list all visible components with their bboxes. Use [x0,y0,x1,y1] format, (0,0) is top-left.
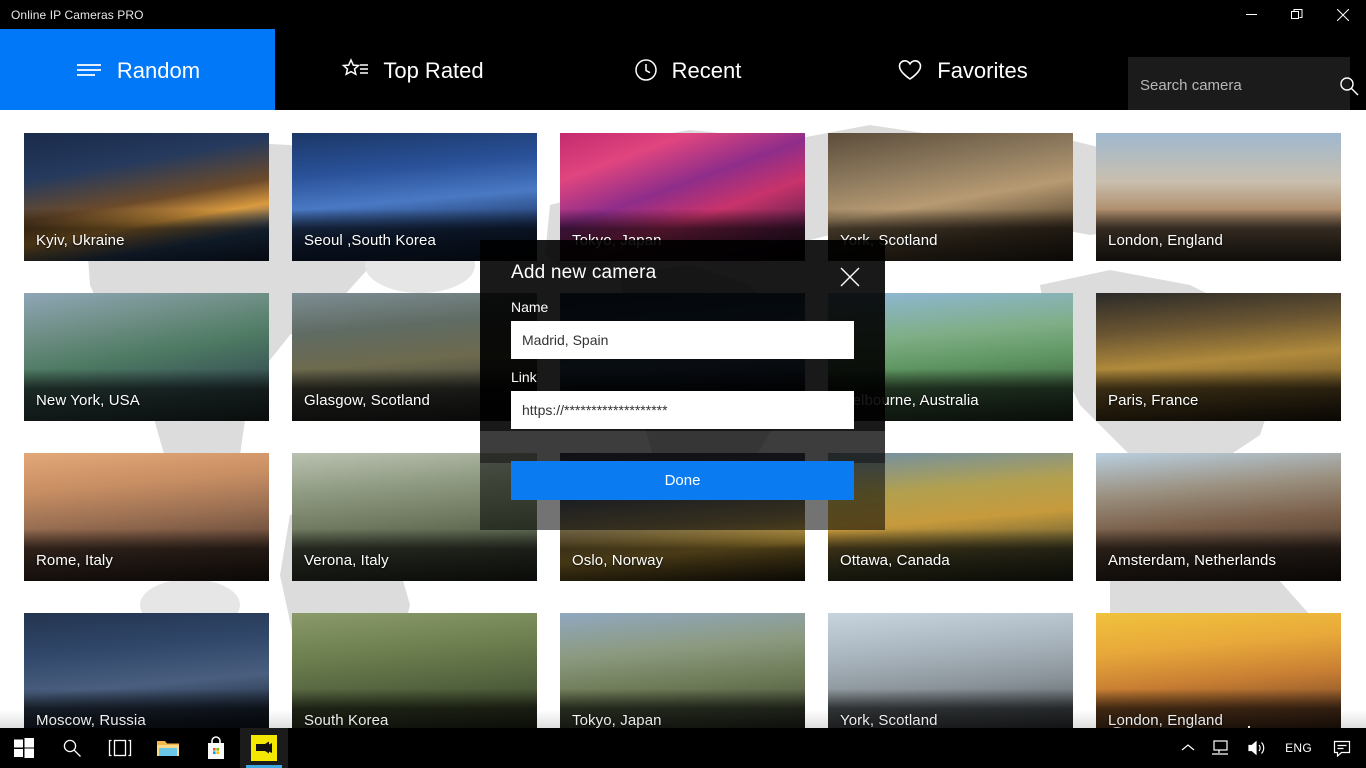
app-icon [251,735,277,761]
volume-icon[interactable] [1239,728,1275,768]
camera-caption: Rome, Italy [36,552,113,569]
tab-favorites-label: Favorites [937,60,1027,82]
close-icon[interactable] [837,264,863,290]
close-button[interactable] [1320,0,1366,29]
camera-tile[interactable]: London, England [1096,133,1341,261]
camera-caption: Paris, France [1108,392,1199,409]
window-title: Online IP Cameras PRO [0,8,144,22]
link-field[interactable] [511,391,854,429]
tab-random-label: Random [117,60,200,82]
window-controls [1228,0,1366,29]
tab-recent-label: Recent [672,60,742,82]
language-indicator[interactable]: ENG [1275,728,1322,768]
tab-top-rated[interactable]: Top Rated [275,29,550,110]
add-camera-dialog: Add new camera Name Link Done [480,240,885,530]
camera-caption: Ottawa, Canada [840,552,950,569]
done-button[interactable]: Done [511,461,854,500]
title-bar: Online IP Cameras PRO [0,0,1366,29]
folder-icon[interactable] [144,728,192,768]
store-icon[interactable] [192,728,240,768]
camera-caption: Glasgow, Scotland [304,392,430,409]
hamburger-icon [75,61,103,79]
camera-tile[interactable]: Rome, Italy [24,453,269,581]
application-window: Online IP Cameras PRO Random [0,0,1366,768]
link-field-label: Link [511,369,537,385]
tab-favorites[interactable]: Favorites [825,29,1100,110]
dialog-content: Add new camera Name Link Done [480,240,885,530]
camera-tile[interactable]: New York, USA [24,293,269,421]
windows-taskbar: ENG [0,728,1366,768]
clock-icon [634,58,658,82]
name-field[interactable] [511,321,854,359]
taskbar-buttons [0,728,288,768]
search-icon[interactable] [48,728,96,768]
tab-recent[interactable]: Recent [550,29,825,110]
notification-icon[interactable] [1322,728,1362,768]
camera-tile[interactable]: Kyiv, Ukraine [24,133,269,261]
camera-caption: Oslo, Norway [572,552,663,569]
taskview-icon[interactable] [96,728,144,768]
star-list-icon [341,58,369,82]
dialog-title: Add new camera [511,262,656,284]
camera-caption: Seoul ,South Korea [304,232,436,249]
search-input[interactable] [1140,77,1339,94]
camera-caption: Amsterdam, Netherlands [1108,552,1276,569]
tab-top-rated-label: Top Rated [383,60,483,82]
camera-caption: New York, USA [36,392,140,409]
heart-icon [897,58,923,82]
taskbar-item-online-ip-cameras-pro[interactable] [240,728,288,768]
search-box[interactable] [1128,57,1350,114]
minimize-button[interactable] [1228,0,1274,29]
system-tray: ENG [1173,728,1366,768]
chevron-up-icon[interactable] [1173,728,1203,768]
camera-caption: London, England [1108,232,1223,249]
camera-caption: Kyiv, Ukraine [36,232,125,249]
search-icon[interactable] [1339,76,1359,96]
windows-icon[interactable] [0,728,48,768]
camera-tile[interactable]: Amsterdam, Netherlands [1096,453,1341,581]
camera-tile[interactable]: Paris, France [1096,293,1341,421]
restore-button[interactable] [1274,0,1320,29]
camera-caption: Verona, Italy [304,552,389,569]
tab-random[interactable]: Random [0,29,275,110]
name-field-label: Name [511,299,548,315]
network-icon[interactable] [1203,728,1239,768]
